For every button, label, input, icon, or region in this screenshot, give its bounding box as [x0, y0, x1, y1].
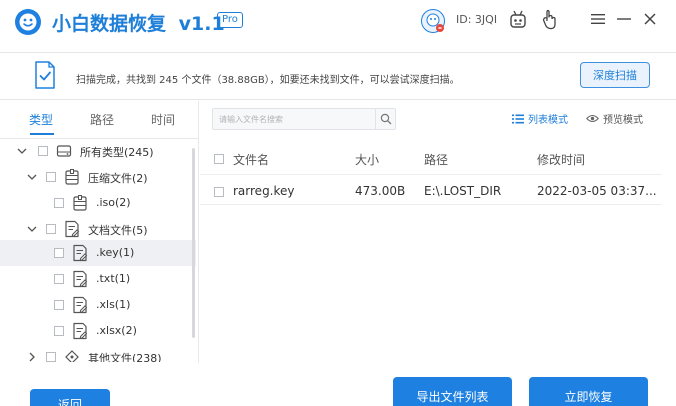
- preview-mode-label: 预览模式: [603, 115, 643, 126]
- row-checkbox[interactable]: [214, 187, 224, 197]
- checkbox[interactable]: [54, 198, 64, 208]
- search-button[interactable]: [375, 109, 396, 129]
- close-icon[interactable]: [640, 8, 660, 30]
- tree-item-archives[interactable]: 压缩文件(2): [0, 164, 196, 190]
- back-button[interactable]: 返回: [30, 389, 110, 406]
- app-window: 小白数据恢复 v1.1 Pro ID: 3JQI 扫描完成，共找到 245 个文…: [0, 0, 676, 406]
- app-logo-icon: [15, 9, 41, 35]
- search-icon: [380, 113, 392, 125]
- deep-scan-button[interactable]: 深度扫描: [580, 62, 650, 88]
- user-id-text: ID: 3JQI: [456, 13, 498, 26]
- scan-summary-text: 扫描完成，共找到 245 个文件（38.88GB），如要还未找到文件，可以尝试深…: [76, 75, 460, 86]
- document-icon: [73, 322, 88, 340]
- panel-divider: [198, 101, 199, 363]
- tab-type[interactable]: 类型: [29, 111, 53, 128]
- tree-item-label: .key(1): [96, 246, 135, 259]
- export-list-button[interactable]: 导出文件列表: [393, 377, 512, 406]
- drive-icon: [56, 145, 72, 157]
- eye-icon: [586, 114, 599, 123]
- tab-time[interactable]: 时间: [151, 111, 175, 128]
- divider: [200, 174, 662, 175]
- search-input[interactable]: [219, 111, 369, 127]
- checkbox[interactable]: [46, 172, 56, 182]
- app-title: 小白数据恢复 v1.1: [52, 9, 225, 36]
- tree-item-txt[interactable]: .txt(1): [0, 266, 196, 292]
- checkbox[interactable]: [54, 300, 64, 310]
- robot-icon[interactable]: [508, 9, 528, 31]
- tree-item-label: 压缩文件(2): [88, 172, 148, 185]
- document-icon: [73, 270, 88, 288]
- search-box: [212, 108, 396, 130]
- active-tab-indicator: [30, 133, 54, 135]
- cell-file-size: 473.00B: [355, 184, 406, 198]
- cell-file-path: E:\.LOST_DIR: [424, 184, 502, 198]
- document-icon: [73, 296, 88, 314]
- chevron-down-icon[interactable]: [26, 171, 38, 183]
- checkbox[interactable]: [54, 326, 64, 336]
- tab-path[interactable]: 路径: [90, 111, 114, 128]
- app-name: 小白数据恢复: [52, 13, 167, 35]
- minimize-icon[interactable]: [614, 8, 634, 30]
- document-icon: [73, 244, 88, 262]
- archive-icon: [73, 195, 87, 211]
- cell-file-name: rarreg.key: [233, 184, 295, 198]
- chevron-right-icon[interactable]: [26, 351, 38, 362]
- list-icon: [512, 114, 524, 123]
- document-check-icon: [35, 61, 55, 89]
- user-avatar-icon[interactable]: [420, 8, 446, 34]
- menu-icon[interactable]: [588, 8, 608, 30]
- list-mode-button[interactable]: 列表模式: [512, 111, 568, 126]
- tree-item-label: .xlsx(2): [96, 324, 137, 337]
- tree-item-label: .iso(2): [96, 196, 131, 209]
- chevron-down-icon[interactable]: [26, 223, 38, 235]
- checkbox[interactable]: [46, 224, 56, 234]
- column-header-modified[interactable]: 修改时间: [537, 151, 585, 168]
- preview-mode-button[interactable]: 预览模式: [586, 111, 643, 126]
- hand-icon[interactable]: [540, 9, 558, 31]
- tree-item-documents[interactable]: 文档文件(5): [0, 216, 196, 242]
- divider: [0, 99, 676, 100]
- divider: [0, 52, 676, 53]
- cell-modified-time: 2022-03-05 03:37...: [537, 184, 657, 198]
- list-mode-label: 列表模式: [528, 115, 568, 126]
- tree-item-xls[interactable]: .xls(1): [0, 292, 196, 318]
- title-bar: 小白数据恢复 v1.1 Pro ID: 3JQI: [0, 0, 676, 44]
- archive-icon: [65, 169, 79, 185]
- pro-badge: Pro: [217, 12, 243, 28]
- tree-item-label: .txt(1): [96, 272, 131, 285]
- column-header-size[interactable]: 大小: [355, 151, 379, 168]
- tree-item-other[interactable]: 其他文件(238): [0, 344, 196, 362]
- document-icon: [65, 220, 80, 238]
- checkbox[interactable]: [38, 146, 48, 156]
- column-header-name[interactable]: 文件名: [233, 151, 269, 168]
- tree-item-label: .xls(1): [96, 298, 131, 311]
- chevron-down-icon[interactable]: [16, 145, 28, 157]
- divider: [200, 204, 662, 205]
- tree-item-xlsx[interactable]: .xlsx(2): [0, 318, 196, 344]
- tree-scrollbar[interactable]: [192, 148, 195, 338]
- checkbox[interactable]: [46, 352, 56, 362]
- checkbox[interactable]: [54, 274, 64, 284]
- tree-item-key[interactable]: .key(1): [0, 240, 196, 266]
- other-icon: [65, 350, 79, 362]
- checkbox[interactable]: [54, 248, 64, 258]
- select-all-checkbox[interactable]: [214, 154, 224, 164]
- tree-item-all-types[interactable]: 所有类型(245): [0, 138, 196, 164]
- tree-item-label: 所有类型(245): [80, 146, 154, 159]
- recover-now-button[interactable]: 立即恢复: [529, 377, 648, 406]
- tree-item-iso[interactable]: .iso(2): [0, 190, 196, 216]
- tree-item-label: 文档文件(5): [88, 224, 148, 237]
- column-header-path[interactable]: 路径: [424, 151, 448, 168]
- tree-item-label: 其他文件(238): [88, 352, 162, 362]
